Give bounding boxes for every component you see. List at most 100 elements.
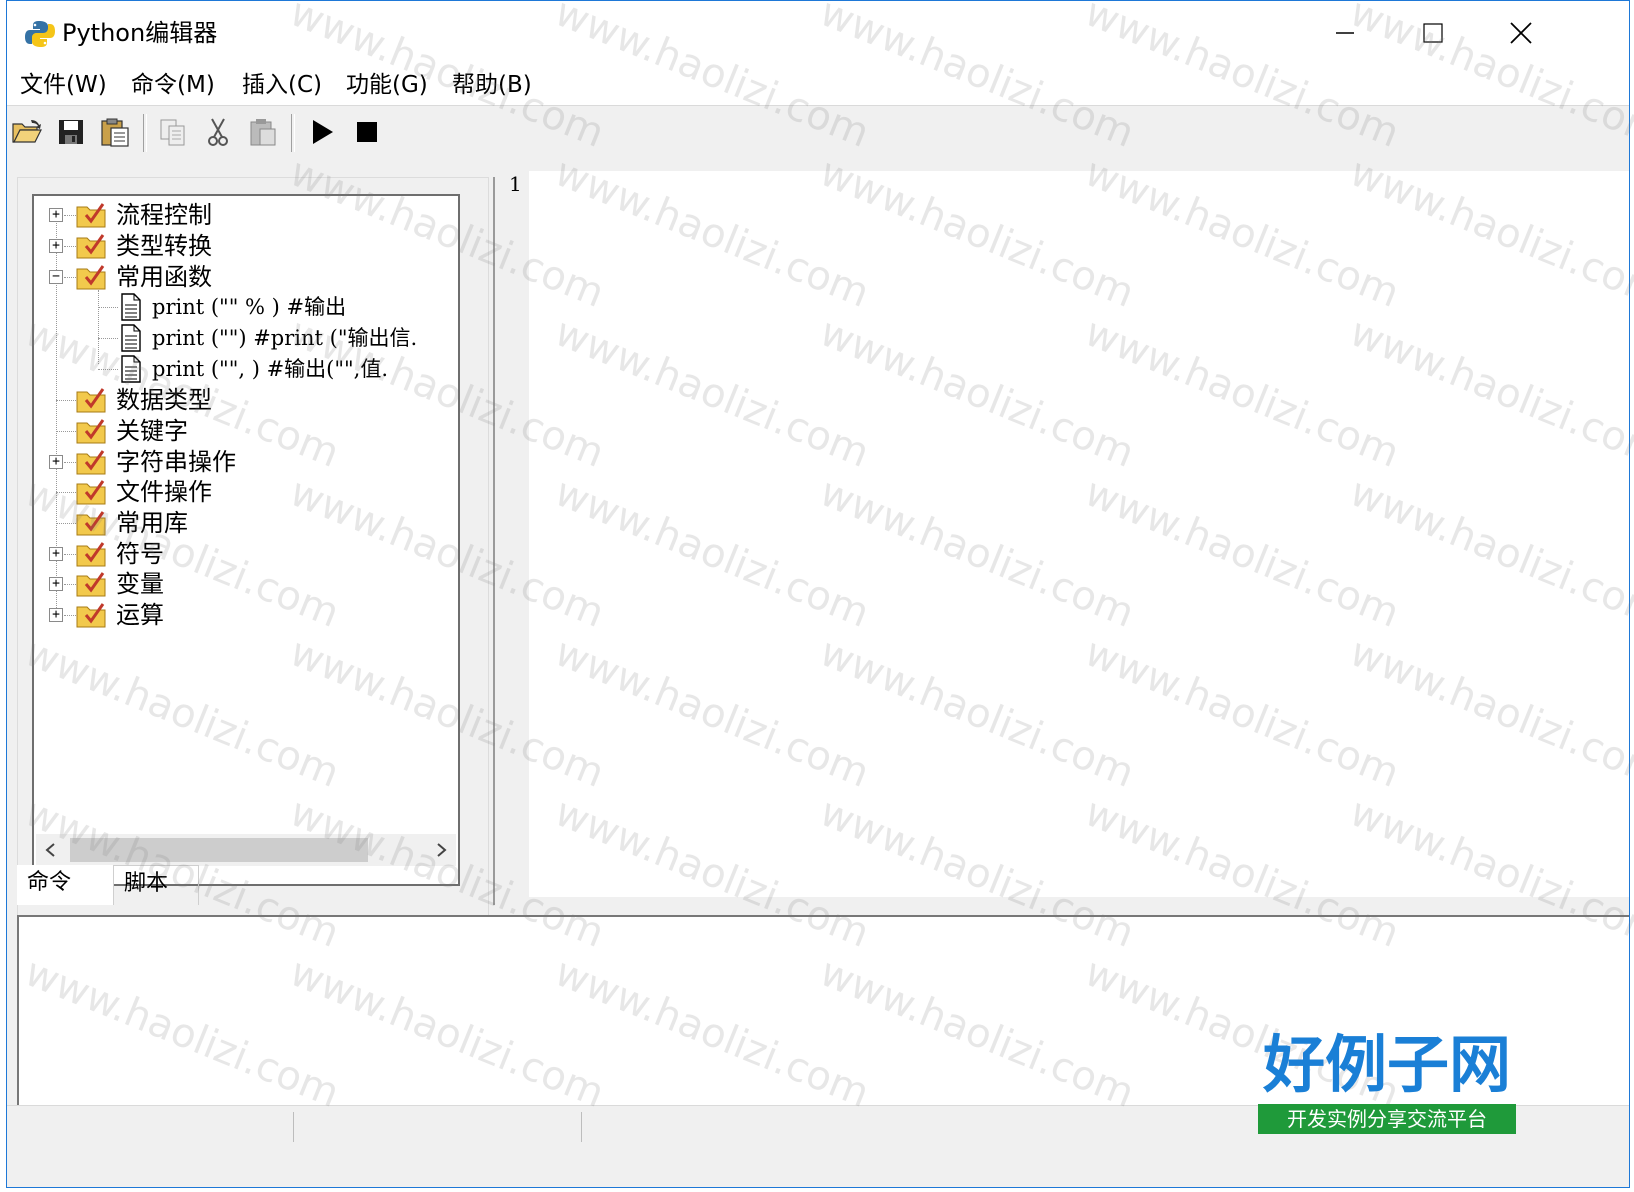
- line-number: 1: [509, 172, 522, 196]
- minimize-button[interactable]: [1299, 1, 1391, 65]
- checked-folder-icon: [76, 234, 106, 259]
- tree-node-common-functions[interactable]: − 常用函数: [34, 262, 454, 292]
- menu-insert[interactable]: 插入(C): [242, 69, 322, 101]
- tree-leaf-label: print ("") #print ("输出信.: [152, 326, 418, 350]
- tree-node-variables[interactable]: + 变量: [34, 569, 454, 599]
- app-window: Python编辑器 文件(W) 命令(M) 插入(C) 功能(G) 帮助(B): [6, 0, 1630, 1188]
- tree-node-data-types[interactable]: 数据类型: [34, 385, 454, 415]
- toolbar-separator: [143, 114, 147, 152]
- tree-node-label: 常用库: [116, 509, 188, 537]
- copy-button[interactable]: [155, 114, 191, 150]
- tab-command[interactable]: 命令: [17, 865, 113, 905]
- checked-folder-icon: [76, 203, 106, 228]
- scrollbar-thumb[interactable]: [70, 838, 368, 862]
- tree-node-label: 常用函数: [116, 263, 212, 291]
- tab-script[interactable]: 脚本: [113, 865, 199, 905]
- scroll-right-icon[interactable]: [434, 842, 448, 858]
- checked-folder-icon: [76, 511, 106, 536]
- expand-icon[interactable]: +: [49, 547, 63, 561]
- window-title: Python编辑器: [62, 19, 218, 47]
- document-icon: [121, 293, 141, 321]
- tree-branch-line: [98, 369, 118, 370]
- toolbar-separator: [291, 114, 295, 152]
- open-folder-icon: [12, 120, 42, 143]
- panel-splitter[interactable]: [493, 177, 503, 905]
- tree-leaf-print-value[interactable]: print ("", ) #输出("",值.: [34, 354, 454, 384]
- title-bar[interactable]: Python编辑器: [7, 1, 1629, 65]
- tree-node-label: 类型转换: [116, 232, 212, 260]
- command-tree[interactable]: + 流程控制 + 类型转换 − 常用函数 print ("" %) #输出 p…: [32, 194, 460, 886]
- tree-branch-line: [56, 492, 76, 493]
- tree-branch-line: [64, 615, 76, 616]
- paste-button[interactable]: [245, 114, 281, 150]
- run-button[interactable]: [304, 114, 340, 150]
- maximize-icon: [1423, 23, 1443, 43]
- tree-node-label: 数据类型: [116, 386, 212, 414]
- stop-button[interactable]: [349, 114, 385, 150]
- tree-branch-line: [56, 523, 76, 524]
- tree-node-label: 字符串操作: [116, 448, 236, 476]
- document-icon: [121, 355, 141, 383]
- expand-icon[interactable]: +: [49, 608, 63, 622]
- scroll-left-icon[interactable]: [44, 842, 58, 858]
- toolbar: [7, 106, 1629, 156]
- tree-branch-line: [64, 277, 76, 278]
- tree-leaf-print-simple[interactable]: print ("") #print ("输出信.: [34, 323, 454, 353]
- tree-node-label: 运算: [116, 601, 164, 629]
- tree-node-label: 关键字: [116, 417, 188, 445]
- tree-leaf-label: print ("", ) #输出("",值.: [152, 357, 389, 381]
- paste-clipboard-button[interactable]: [97, 114, 133, 150]
- stop-icon: [357, 122, 377, 142]
- tree-node-label: 文件操作: [116, 478, 212, 506]
- tree-branch-line: [64, 462, 76, 463]
- menu-command[interactable]: 命令(M): [131, 69, 215, 101]
- document-icon: [121, 324, 141, 352]
- tree-node-keywords[interactable]: 关键字: [34, 416, 454, 446]
- tree-branch-line: [56, 431, 76, 432]
- tree-node-common-libs[interactable]: 常用库: [34, 508, 454, 538]
- tree-branch-line: [98, 307, 118, 308]
- tree-branch-line: [64, 584, 76, 585]
- close-icon: [1510, 22, 1532, 44]
- tree-node-symbols[interactable]: + 符号: [34, 539, 454, 569]
- tree-node-string-ops[interactable]: + 字符串操作: [34, 447, 454, 477]
- logo-title: 好例子网: [1262, 1028, 1511, 1101]
- close-button[interactable]: [1475, 1, 1567, 65]
- checked-folder-icon: [76, 542, 106, 567]
- tree-node-file-ops[interactable]: 文件操作: [34, 477, 454, 507]
- run-icon: [313, 120, 333, 144]
- save-button[interactable]: [53, 114, 89, 150]
- maximize-button[interactable]: [1387, 1, 1479, 65]
- menu-bar: 文件(W) 命令(M) 插入(C) 功能(G) 帮助(B): [7, 65, 1629, 106]
- tree-leaf-print-format[interactable]: print ("" % ) #输出: [34, 292, 454, 322]
- tree-horizontal-scrollbar[interactable]: [36, 834, 456, 866]
- tree-node-flow-control[interactable]: + 流程控制: [34, 200, 454, 230]
- tree-branch-line: [56, 400, 76, 401]
- tree-node-operations[interactable]: + 运算: [34, 600, 454, 630]
- collapse-icon[interactable]: −: [49, 270, 63, 284]
- checked-folder-icon: [76, 572, 106, 597]
- menu-file[interactable]: 文件(W): [20, 69, 107, 101]
- code-editor[interactable]: 1: [505, 171, 1629, 897]
- site-logo: 好例子网 开发实例分享交流平台: [1256, 1030, 1518, 1134]
- checked-folder-icon: [76, 419, 106, 444]
- expand-icon[interactable]: +: [49, 239, 63, 253]
- minimize-icon: [1336, 32, 1354, 34]
- expand-icon[interactable]: +: [49, 455, 63, 469]
- expand-icon[interactable]: +: [49, 208, 63, 222]
- checked-folder-icon: [76, 388, 106, 413]
- status-separator: [581, 1112, 582, 1142]
- menu-function[interactable]: 功能(G): [346, 69, 428, 101]
- tree-leaf-label: print ("" % ) #输出: [152, 295, 347, 319]
- tree-branch-line: [64, 246, 76, 247]
- expand-icon[interactable]: +: [49, 577, 63, 591]
- tree-node-type-conversion[interactable]: + 类型转换: [34, 231, 454, 261]
- checked-folder-icon: [76, 603, 106, 628]
- copy-icon: [160, 119, 185, 146]
- tree-branch-line: [98, 338, 118, 339]
- paste-icon: [250, 119, 276, 146]
- line-number-gutter: 1: [505, 171, 529, 897]
- menu-help[interactable]: 帮助(B): [452, 69, 532, 101]
- open-button[interactable]: [9, 114, 45, 150]
- cut-button[interactable]: [200, 114, 236, 150]
